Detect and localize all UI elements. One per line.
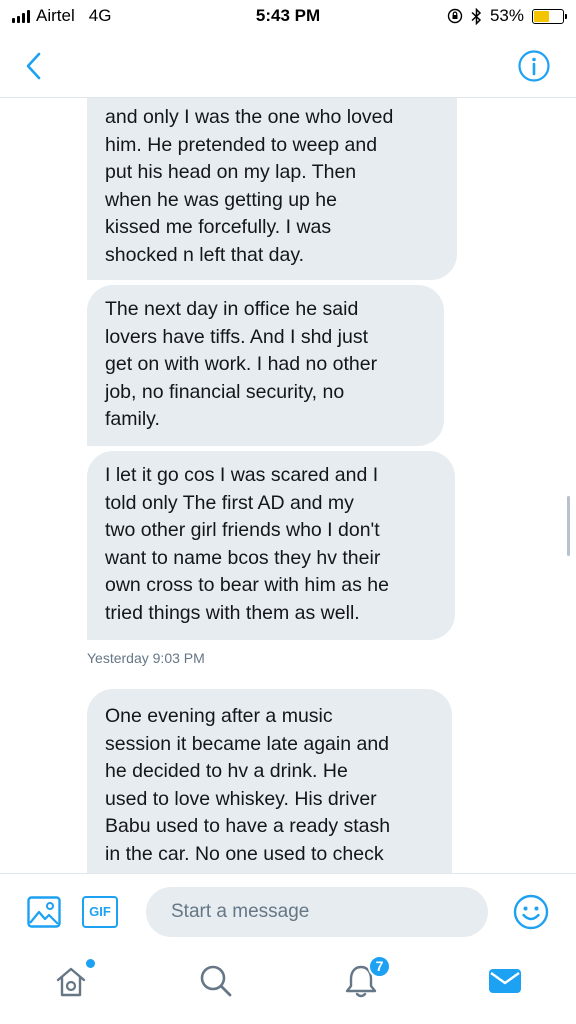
message-text: One evening after a music session it bec… [105,705,391,865]
tab-bar: 7 [0,949,576,1024]
tab-notifications[interactable]: 7 [343,955,391,999]
status-right: 53% [447,6,567,26]
battery-fill [534,10,549,22]
info-icon [518,50,550,82]
status-bar: Airtel 4G 5:43 PM 53% [0,0,576,34]
message-bubble[interactable]: and only I was the one who loved him. He… [87,98,457,280]
message-composer: GIF Start a message [0,873,576,949]
scrollbar[interactable] [567,496,570,556]
conversation-header [0,34,576,98]
message-input[interactable]: Start a message [146,887,488,937]
message-bubble[interactable]: One evening after a music session it bec… [87,689,452,873]
battery-percent: 53% [489,6,524,25]
message-bubble[interactable]: The next day in office he said lovers ha… [87,285,444,446]
mail-icon [489,969,521,993]
tab-messages[interactable] [487,963,523,999]
tab-home[interactable] [53,959,95,999]
notification-badge: 7 [368,955,391,978]
tab-search[interactable] [198,963,234,999]
home-icon [56,967,86,997]
message-input-placeholder: Start a message [171,901,310,922]
search-icon [200,965,232,997]
message-bubble[interactable]: I let it go cos I was scared and I told … [87,451,455,640]
bluetooth-icon [471,7,482,25]
home-unread-dot [86,959,95,968]
message-text: I let it go cos I was scared and I told … [105,464,389,624]
message-timestamp: Yesterday 9:03 PM [87,650,205,666]
back-button[interactable] [18,48,48,84]
battery-icon [532,8,567,24]
gif-button[interactable]: GIF [82,896,118,928]
message-list[interactable]: and only I was the one who loved him. He… [0,98,576,873]
message-text: The next day in office he said lovers ha… [105,298,378,431]
chevron-left-icon [26,52,41,80]
orientation-lock-icon [447,8,463,24]
info-button[interactable] [518,50,550,82]
message-text: and only I was the one who loved him. He… [105,106,394,266]
gif-label: GIF [89,904,111,919]
emoji-icon[interactable] [513,894,549,930]
image-icon[interactable] [27,896,61,928]
